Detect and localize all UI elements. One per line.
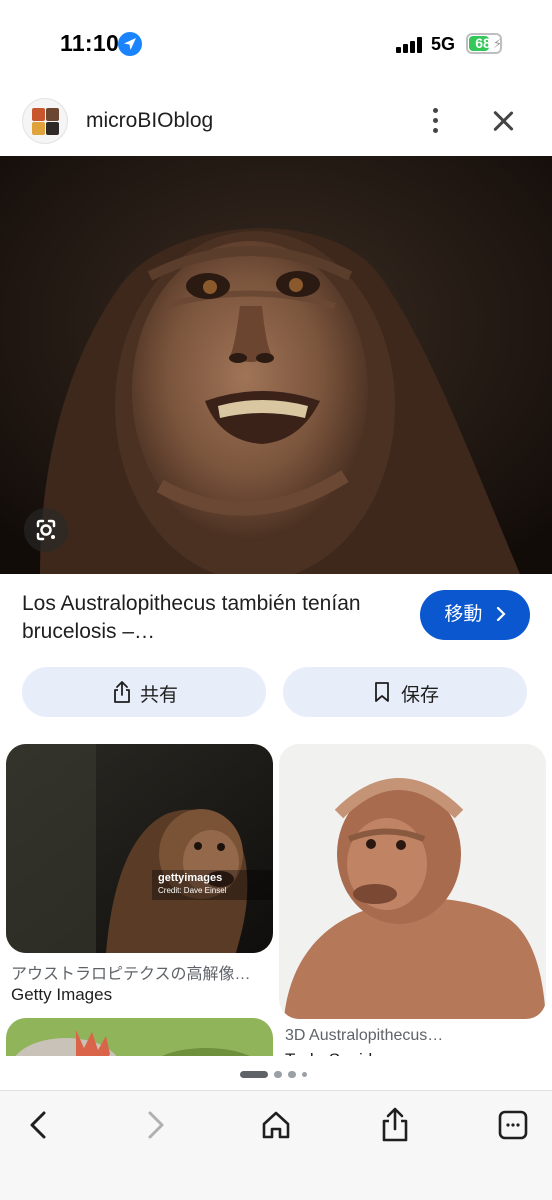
- related-image-1[interactable]: gettyimages Credit: Dave Einsel: [6, 744, 273, 953]
- forward-chevron-icon[interactable]: [134, 1103, 178, 1147]
- save-label: 保存: [401, 685, 440, 706]
- home-icon[interactable]: [254, 1103, 298, 1147]
- related-image-2[interactable]: [279, 744, 546, 1019]
- related-source-1[interactable]: Getty Images: [11, 985, 112, 1005]
- site-name[interactable]: microBIOblog: [86, 109, 213, 133]
- chevron-right-icon: [496, 604, 506, 625]
- browser-toolbar: [0, 1090, 552, 1200]
- watermark-text: gettyimages: [158, 872, 223, 884]
- save-button[interactable]: 保存: [283, 667, 527, 717]
- close-icon[interactable]: [486, 104, 520, 138]
- signal-icon: [396, 37, 422, 53]
- result-title[interactable]: Los Australopithecus también tenían bruc…: [22, 590, 402, 646]
- back-chevron-icon[interactable]: [16, 1103, 60, 1147]
- watermark-box: gettyimages Credit: Dave Einsel: [152, 870, 272, 900]
- tabs-icon[interactable]: [491, 1103, 535, 1147]
- related-caption-1[interactable]: アウストラロピテクスの高解像…: [11, 960, 273, 984]
- related-caption-2[interactable]: 3D Australopithecus…: [285, 1027, 547, 1045]
- watermark-credit: Credit: Dave Einsel: [158, 886, 227, 895]
- site-favicon[interactable]: [22, 98, 68, 144]
- location-arrow-icon: [118, 32, 142, 56]
- visit-label: 移動: [444, 604, 483, 625]
- status-time: 11:10: [60, 30, 120, 56]
- share-label: 共有: [140, 685, 179, 706]
- charging-icon: ⚡: [493, 36, 503, 51]
- hominin-face-illustration: [0, 156, 552, 574]
- related-image-2-illustration: [279, 744, 546, 1019]
- bookmark-icon: [375, 682, 389, 702]
- visit-button[interactable]: 移動: [420, 590, 530, 640]
- share-page-icon[interactable]: [373, 1103, 417, 1147]
- network-label: 5G: [431, 34, 456, 54]
- viewer-header: microBIOblog: [0, 90, 552, 156]
- status-bar: 11:10 5G 68 ⚡: [0, 0, 552, 90]
- related-image-1-illustration: [6, 744, 273, 953]
- more-options-button[interactable]: [420, 104, 452, 138]
- share-button[interactable]: 共有: [22, 667, 266, 717]
- google-lens-icon[interactable]: [24, 508, 68, 552]
- main-image[interactable]: [0, 156, 552, 574]
- share-icon: [114, 681, 130, 703]
